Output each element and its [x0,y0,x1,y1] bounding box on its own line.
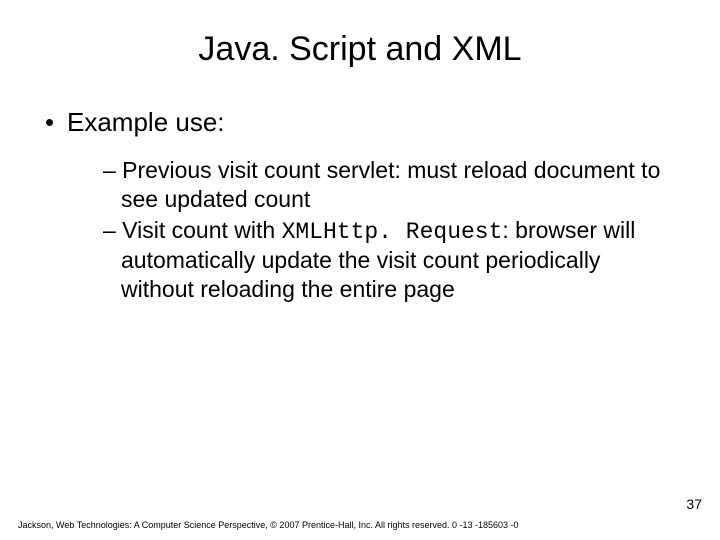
bullet-1-text: Example use: [67,107,225,137]
bullet-dot-icon: • [45,107,67,138]
sub-bullet-2-pre: – Visit count with [103,217,282,243]
bullet-level-1: •Example use: [45,107,675,138]
sub-bullets: – Previous visit count servlet: must rel… [103,156,675,304]
sub-bullet-1-text: – Previous visit count servlet: must rel… [103,157,660,212]
slide: Java. Script and XML •Example use: – Pre… [0,0,720,540]
sub-bullet-1: – Previous visit count servlet: must rel… [103,156,675,214]
sub-bullet-2: – Visit count with XMLHttp. Request: bro… [103,216,675,304]
sub-bullet-2-code: XMLHttp. Request [282,219,503,245]
footer-text: Jackson, Web Technologies: A Computer Sc… [18,520,519,530]
slide-title: Java. Script and XML [45,30,675,69]
page-number: 37 [686,496,702,512]
